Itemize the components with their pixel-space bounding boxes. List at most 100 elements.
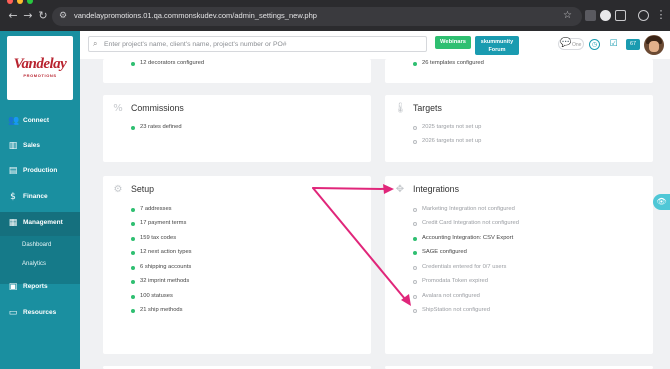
status-dot [131, 279, 135, 284]
sidebar-item-resources[interactable]: ▭ Resources [0, 302, 80, 326]
bar-chart-icon: ▥ [8, 141, 18, 151]
status-dot [413, 221, 417, 226]
item-text: 26 templates configured [422, 60, 484, 66]
more-menu-icon[interactable]: ⋮ [655, 9, 667, 21]
url-text: vandelaypromotions.01.qa.commonskudev.co… [74, 11, 317, 20]
item-text: 100 statuses [140, 293, 173, 299]
status-dot [413, 61, 417, 66]
card-title: Setup [131, 184, 154, 194]
item-text: Avalara not configured [422, 293, 480, 299]
status-dot [131, 294, 135, 299]
reload-icon[interactable]: ↻ [37, 10, 49, 22]
sidebar-item-label: Resources [23, 309, 57, 316]
sidebar-item-management[interactable]: ▦ Management [0, 212, 80, 236]
status-dot [131, 61, 135, 66]
item-text: 7 addresses [140, 206, 172, 212]
status-dot [131, 265, 135, 270]
sidebar-item-connect[interactable]: 👥 Connect [0, 110, 80, 134]
report-icon: ▣ [8, 282, 18, 292]
status-dot [131, 221, 135, 226]
sidebar-item-finance[interactable]: $ Finance [0, 186, 80, 210]
notification-badge[interactable]: 67 [626, 39, 640, 50]
sidebar-item-label: Finance [23, 193, 48, 200]
sidebar-item-label: Sales [23, 142, 40, 149]
status-dot [413, 250, 417, 255]
sidebar-item-label: Management [23, 219, 63, 226]
status-dot [413, 294, 417, 299]
help-tab-eye-icon[interactable]: 👁 [653, 194, 670, 210]
search-icon: ⌕ [93, 39, 98, 48]
card-targets[interactable]: 🌡 Targets 2025 targets not set up 2026 t… [385, 95, 653, 162]
sidebar-subitem-analytics[interactable]: Analytics [22, 261, 46, 267]
forward-arrow-icon[interactable]: → [22, 10, 34, 22]
webinars-button[interactable]: Webinars [435, 36, 471, 49]
item-text: ShipStation not configured [422, 307, 491, 313]
card-setup[interactable]: ⚙ Setup 7 addresses 17 payment terms 159… [103, 176, 371, 354]
one-toggle[interactable]: 💬 One [558, 38, 584, 50]
company-logo[interactable]: Vandelay PROMOTIONS [7, 36, 73, 100]
search-input[interactable] [104, 38, 419, 50]
item-text: 23 rates defined [140, 124, 182, 130]
sidebar-item-production[interactable]: ▤ Production [0, 160, 80, 184]
sidebar-item-sales[interactable]: ▥ Sales [0, 135, 80, 159]
item-text: 159 tax codes [140, 235, 177, 241]
maximize-window-button[interactable] [27, 0, 33, 4]
status-dot [413, 207, 417, 212]
status-dot [131, 308, 135, 313]
status-dot [413, 279, 417, 284]
card-title: Integrations [413, 184, 459, 194]
logo-subtitle: PROMOTIONS [23, 73, 57, 78]
status-dot [131, 236, 135, 241]
forum-button[interactable]: skummunity Forum [475, 36, 519, 55]
item-text: Accounting Integration: CSV Export [422, 235, 514, 241]
users-icon: 👥 [8, 116, 20, 126]
extension-icon[interactable] [585, 10, 596, 21]
site-settings-icon[interactable]: ⚙ [59, 10, 71, 22]
browser-toolbar: ← → ↻ ⚙ vandelaypromotions.01.qa.commons… [0, 0, 670, 31]
status-dot [131, 207, 135, 212]
extension-icon[interactable] [600, 10, 611, 21]
sidebar-item-reports[interactable]: ▣ Reports [0, 276, 80, 300]
avatar[interactable] [644, 35, 664, 55]
clock-icon[interactable]: ◷ [589, 39, 600, 50]
gear-icon: ⚙ [113, 184, 123, 195]
item-text: 32 imprint methods [140, 278, 190, 284]
card-templates: 26 templates configured [385, 59, 653, 83]
status-dot [413, 308, 417, 313]
avatar-face [649, 41, 659, 52]
project-search[interactable]: ⌕ [88, 36, 427, 52]
bookmark-star-icon[interactable]: ☆ [563, 10, 572, 21]
sidebar-subitem-dashboard[interactable]: Dashboard [22, 242, 51, 248]
item-text: 6 shipping accounts [140, 264, 192, 270]
extensions-puzzle-icon[interactable] [615, 10, 626, 21]
card-commissions[interactable]: % Commissions 23 rates defined [103, 95, 371, 162]
item-text: Credentials entered for 0/7 users [422, 264, 507, 270]
forum-label-line2: Forum [488, 47, 506, 53]
card-title: Commissions [131, 103, 184, 113]
close-window-button[interactable] [7, 0, 13, 4]
back-arrow-icon[interactable]: ← [7, 10, 19, 22]
item-text: 2026 targets not set up [422, 138, 482, 144]
clipboard-icon: ▤ [8, 166, 18, 176]
card-integrations[interactable]: ✥ Integrations Marketing Integration not… [385, 176, 653, 354]
status-dot [413, 139, 417, 144]
sidebar-item-label: Reports [23, 283, 48, 290]
status-dot [413, 265, 417, 270]
status-dot [413, 236, 417, 241]
profile-icon[interactable] [638, 10, 649, 21]
address-bar[interactable]: ⚙ vandelaypromotions.01.qa.commonskudev.… [52, 7, 582, 26]
dollar-icon: $ [10, 192, 16, 202]
logo-name: Vandelay [13, 56, 67, 72]
puzzle-icon: ✥ [395, 184, 405, 195]
thermometer-icon: 🌡 [394, 103, 407, 114]
minimize-window-button[interactable] [17, 0, 23, 4]
one-label: One [572, 42, 582, 48]
building-icon: ▦ [8, 218, 18, 228]
card-decorators: 12 decorators configured [103, 59, 371, 83]
sidebar-item-label: Production [23, 167, 58, 174]
status-dot [131, 250, 135, 255]
chat-bubble-icon: 💬 [560, 38, 572, 48]
checklist-icon[interactable]: ☑ [608, 39, 619, 50]
card-title: Targets [413, 103, 442, 113]
sidebar-item-label: Connect [23, 117, 49, 124]
